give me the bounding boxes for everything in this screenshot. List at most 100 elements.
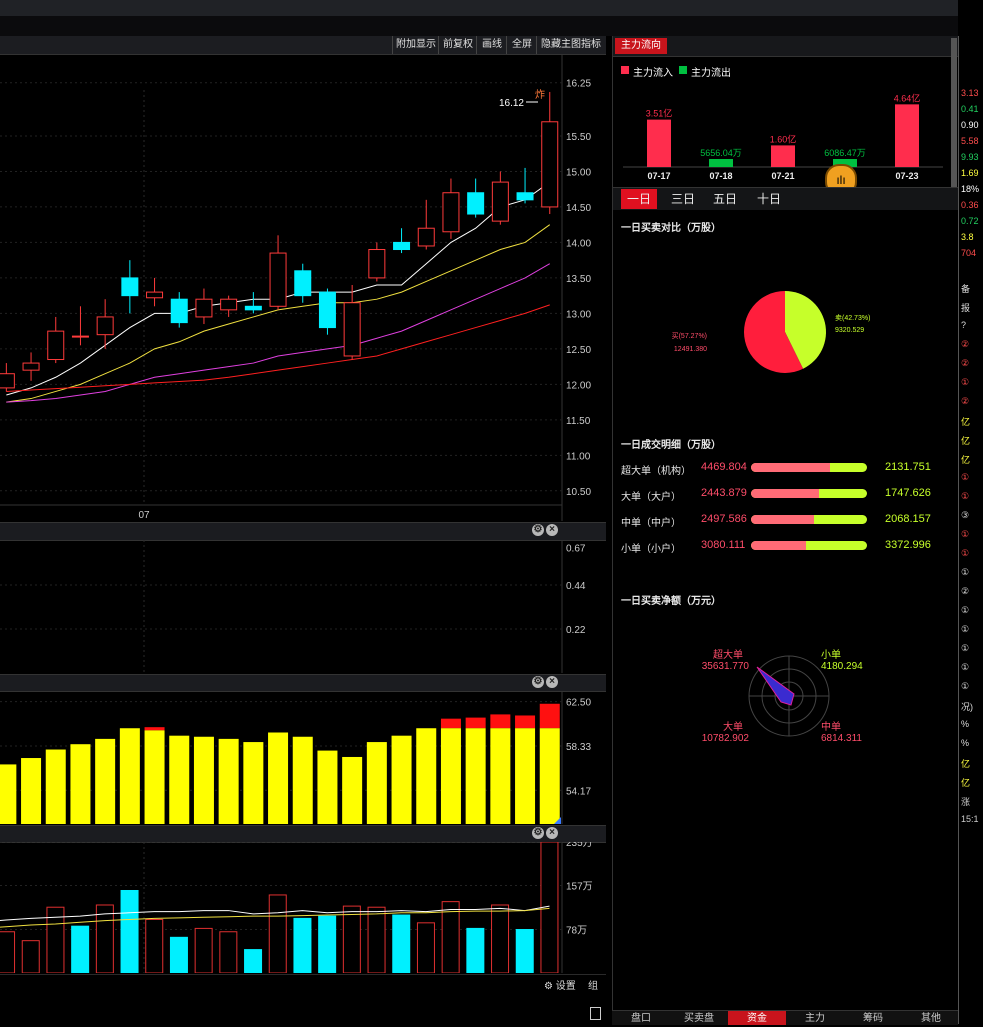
add-display-button[interactable]: 附加显示 <box>392 36 439 54</box>
forward-adjust-button[interactable]: 前复权 <box>438 36 477 54</box>
candle-body[interactable] <box>442 192 460 233</box>
candle-body[interactable] <box>96 316 114 336</box>
indicator-bar-yellow <box>21 758 42 824</box>
volume-bar <box>21 940 40 973</box>
candle-body[interactable] <box>491 181 509 222</box>
hide-main-indicator-button[interactable]: 隐藏主图指标 <box>536 36 605 54</box>
tab-bid-ask[interactable]: 买卖盘 <box>670 1011 728 1025</box>
indicator-bar-red <box>440 718 461 729</box>
side-strip-item: ① <box>961 529 970 539</box>
pie-sell-value: 9320.529 <box>835 327 864 334</box>
tab-period-10d[interactable]: 十日 <box>751 189 787 209</box>
pane-close-icon[interactable]: × <box>546 827 558 839</box>
side-strip-item: 况) <box>961 702 973 712</box>
tab-chips[interactable]: 筹码 <box>844 1011 902 1025</box>
candle-body[interactable] <box>269 252 287 307</box>
volume-bar <box>244 949 263 973</box>
price-tick-label: 13.00 <box>566 309 591 320</box>
flow-bar-label: 1.60亿 <box>770 133 797 144</box>
detail-ratio-bar <box>751 463 867 472</box>
candle-body[interactable] <box>195 298 213 318</box>
candlestick-chart[interactable]: 07 16.12 炸 16.25 15.50 15.00 14.50 14.00 13.5… <box>0 55 606 521</box>
candle-body[interactable] <box>146 291 164 299</box>
tab-period-1d[interactable]: 一日 <box>621 189 657 209</box>
pane-close-icon[interactable]: × <box>546 676 558 688</box>
candle-body[interactable] <box>541 121 559 208</box>
draw-line-button[interactable]: 画线 <box>476 36 507 54</box>
flow-bar-label: 4.64亿 <box>894 92 921 103</box>
legend-out-swatch <box>679 66 687 74</box>
pane-settings-gear-icon[interactable]: ⚙ <box>532 676 544 688</box>
fullscreen-button[interactable]: 全屏 <box>506 36 537 54</box>
pane-settings-gear-icon[interactable]: ⚙ <box>532 524 544 536</box>
tab-capital[interactable]: 资金 <box>728 1011 786 1025</box>
candle-body[interactable] <box>343 302 361 357</box>
candle-body[interactable] <box>244 305 262 311</box>
tab-main-force[interactable]: 主力 <box>786 1011 844 1025</box>
tab-order-book[interactable]: 盘口 <box>612 1011 670 1025</box>
side-strip-item: 亿 <box>961 436 971 446</box>
candle-body[interactable] <box>467 192 485 215</box>
indicator-bar-yellow <box>539 728 560 824</box>
settings-button[interactable]: ⚙ 设置 <box>544 977 576 992</box>
candle-body[interactable] <box>71 335 89 338</box>
candle-body[interactable] <box>417 227 435 247</box>
volume-bar <box>392 914 411 973</box>
candle-body[interactable] <box>220 298 238 311</box>
side-strip-item: ① <box>961 662 970 672</box>
indicator-bar-yellow <box>144 730 165 824</box>
pane-close-icon[interactable]: × <box>546 524 558 536</box>
indicator-bar-yellow <box>268 732 289 824</box>
indicator-bar-yellow <box>243 742 264 824</box>
indicator-pane-1[interactable]: 0.67 0.44 0.22 <box>0 540 606 673</box>
volume-tick: 157万 <box>566 881 593 892</box>
side-strip-item: % <box>961 719 970 729</box>
price-tick-label: 15.00 <box>566 167 591 178</box>
candle-body[interactable] <box>22 362 40 371</box>
side-quote-value: 3.8 <box>961 232 974 242</box>
tab-period-3d[interactable]: 三日 <box>665 189 701 209</box>
detail-row-label: 超大单（机构） <box>621 466 691 477</box>
tab-main-flow[interactable]: 主力流向 <box>615 38 667 54</box>
detail-buy-value: 3080.111 <box>701 539 746 551</box>
candle-body[interactable] <box>318 291 336 329</box>
volume-pane[interactable]: 235万 157万 78万 <box>0 842 606 973</box>
pane-settings-gear-icon[interactable]: ⚙ <box>532 827 544 839</box>
side-quote-value: 0.41 <box>961 104 979 114</box>
candle-body[interactable] <box>294 270 312 297</box>
candle-body[interactable] <box>121 277 139 297</box>
indicator-bar-yellow <box>416 728 437 824</box>
side-strip-item: 报 <box>961 303 971 313</box>
price-tick-label: 14.50 <box>566 203 591 214</box>
detail-buy-value: 2497.586 <box>701 513 747 525</box>
side-strip-item: 备 <box>961 284 971 294</box>
indicator-pane-2[interactable]: 62.50 58.33 54.17 <box>0 691 606 824</box>
export-icon[interactable] <box>590 1007 601 1020</box>
candle-body[interactable] <box>0 373 15 389</box>
detail-ratio-fill <box>751 515 815 524</box>
group-button[interactable]: 组 <box>588 977 598 992</box>
detail-sell-value: 1747.626 <box>885 487 931 499</box>
side-quote-value: 1.69 <box>961 168 979 178</box>
indicator-bar-yellow <box>0 764 17 824</box>
pane2-tick: 54.17 <box>566 786 591 797</box>
volume-bar <box>194 927 213 973</box>
candle-body[interactable] <box>516 192 534 201</box>
main-flow-chart[interactable]: 3.51亿 07-17 5656.04万 07-18 1.60亿 07-21 6086.47… <box>613 80 959 182</box>
tab-period-5d[interactable]: 五日 <box>707 189 743 209</box>
candle-body[interactable] <box>368 249 386 279</box>
chart-toolbar: 附加显示 前复权 画线 全屏 隐藏主图指标 <box>0 36 606 55</box>
candle-body[interactable] <box>47 330 65 361</box>
candle-body[interactable] <box>170 298 188 324</box>
volume-bar <box>71 925 90 973</box>
side-strip-item: ① <box>961 491 970 501</box>
side-quote-value: 0.72 <box>961 216 979 226</box>
volume-bar <box>342 905 361 973</box>
volume-bar <box>367 906 386 973</box>
tab-other[interactable]: 其他 <box>902 1011 960 1025</box>
candle-body[interactable] <box>393 241 411 251</box>
detail-ratio-fill <box>751 489 819 498</box>
detail-buy-value: 4469.804 <box>701 461 747 473</box>
flow-bar <box>895 104 919 167</box>
detail-title: 一日成交明细（万股） <box>621 440 721 451</box>
